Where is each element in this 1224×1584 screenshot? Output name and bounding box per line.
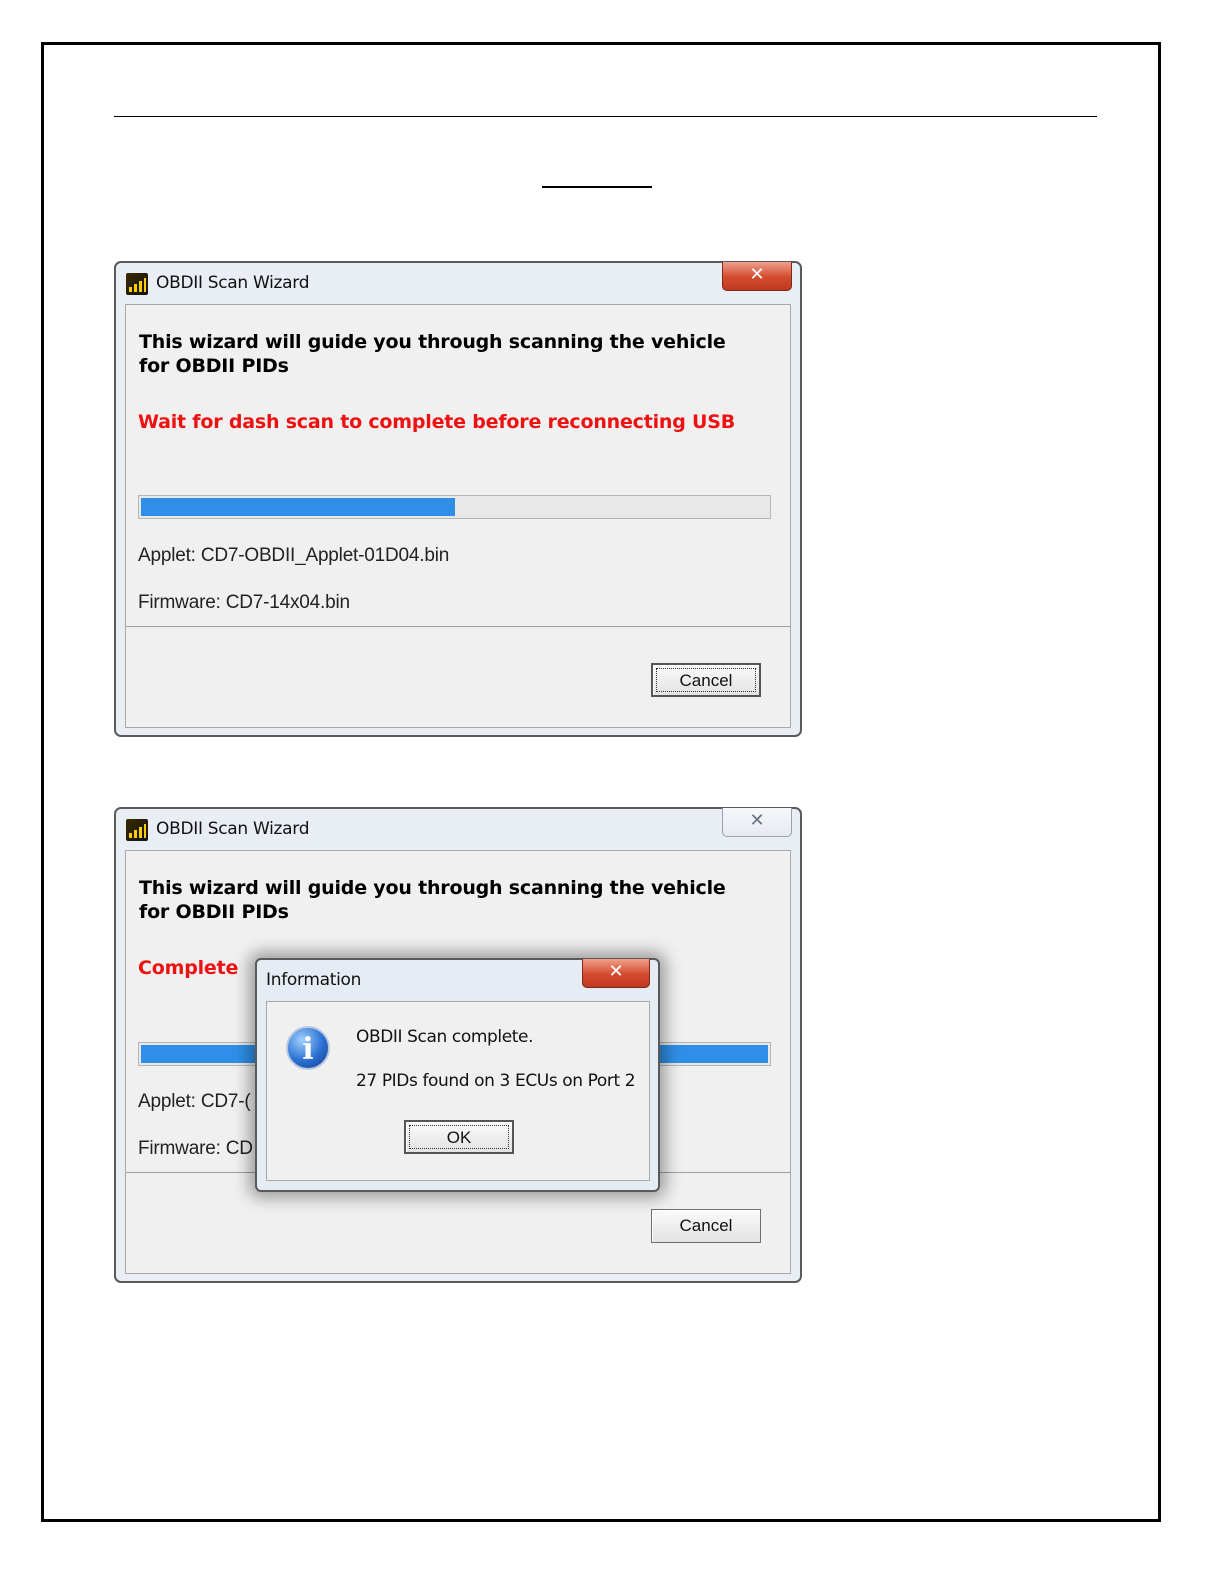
firmware-label: Firmware: CD [138,1138,253,1159]
applet-label: Applet: CD7-OBDII_Applet-01D04.bin [138,545,450,566]
message-line-2: 27 PIDs found on 3 ECUs on Port 2 [356,1071,636,1091]
message-box-client: i OBDII Scan complete. 27 PIDs found on … [266,1001,650,1181]
cancel-button[interactable]: Cancel [651,663,761,697]
app-icon [126,819,148,841]
firmware-label: Firmware: CD7-14x04.bin [138,592,350,613]
information-message-box: Information ✕ i OBDII Scan complete. 27 … [255,958,660,1192]
focus-ring [409,1125,509,1149]
title-bar[interactable]: OBDII Scan Wizard ✕ [116,808,800,849]
wizard-heading: This wizard will guide you through scann… [139,331,726,377]
applet-label: Applet: CD7-( [138,1091,251,1112]
message-box-title: Information [266,970,362,990]
status-message: Wait for dash scan to complete before re… [138,411,736,433]
window-title: OBDII Scan Wizard [156,819,310,839]
message-line-1: OBDII Scan complete. [356,1027,534,1047]
cancel-button[interactable]: Cancel [651,1209,761,1243]
scan-progress-bar [138,495,771,519]
header-rule [114,116,1097,117]
progress-fill [141,498,455,516]
close-button[interactable]: ✕ [722,262,792,291]
wizard-content: This wizard will guide you through scann… [126,305,790,627]
ok-button[interactable]: OK [404,1120,514,1154]
scan-wizard-window-progress: OBDII Scan Wizard ✕ This wizard will gui… [114,261,802,737]
app-icon [126,273,148,295]
info-icon: i [286,1026,330,1070]
focus-ring [656,668,756,692]
close-button[interactable]: ✕ [582,959,650,988]
wizard-heading: This wizard will guide you through scann… [139,877,726,923]
status-message: Complete [138,957,239,979]
title-bar[interactable]: OBDII Scan Wizard ✕ [116,262,800,303]
title-underline [542,186,652,188]
window-title: OBDII Scan Wizard [156,273,310,293]
close-button[interactable]: ✕ [722,808,792,837]
wizard-client-area: This wizard will guide you through scann… [125,304,791,728]
